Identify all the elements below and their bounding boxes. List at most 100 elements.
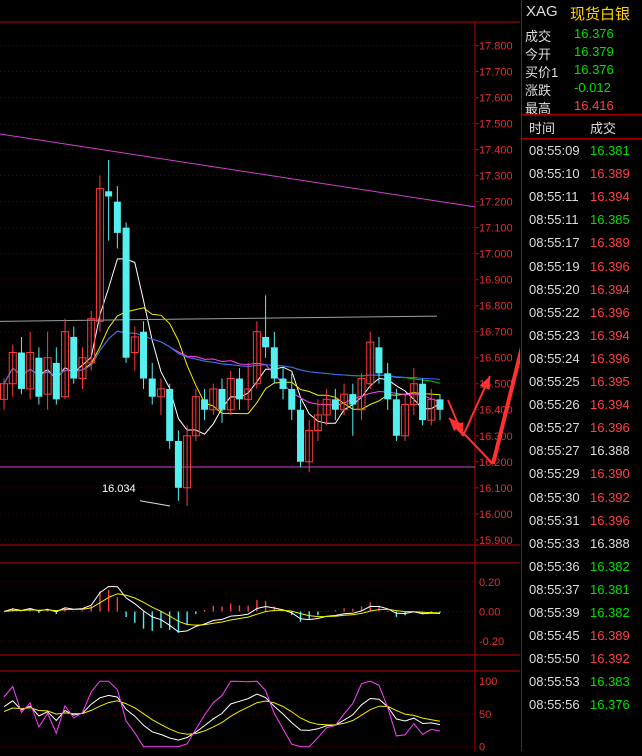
chart-area[interactable]: 17.800 17.700 17.600 17.500 17.400 17.300 17.2… bbox=[0, 0, 596, 754]
tick-row[interactable]: 08:55:09 16.381 bbox=[522, 143, 642, 166]
low-marker bbox=[139, 500, 171, 507]
tick-row[interactable]: 08:55:10 16.389 bbox=[522, 166, 642, 189]
tick-price: 16.396 bbox=[590, 512, 630, 528]
tick-time: 08:55:56 bbox=[529, 697, 580, 713]
tick-time: 08:55:24 bbox=[529, 350, 580, 366]
tick-row[interactable]: 08:55:24 16.396 bbox=[522, 351, 642, 374]
price-tick-label: 16.700 bbox=[479, 327, 513, 339]
tick-row[interactable]: 08:55:53 16.383 bbox=[522, 674, 642, 697]
price-tick-label: 17.700 bbox=[479, 67, 513, 79]
tick-row[interactable]: 08:55:26 16.394 bbox=[522, 397, 642, 420]
tick-price: 16.382 bbox=[590, 605, 630, 620]
tick-price: 16.389 bbox=[590, 628, 630, 644]
tick-time: 08:55:17 bbox=[529, 235, 580, 251]
tick-time: 08:55:50 bbox=[529, 651, 580, 667]
quote-row: 成交 16.376 bbox=[522, 26, 642, 44]
tick-row[interactable]: 08:55:27 16.396 bbox=[522, 420, 642, 443]
candle-body bbox=[392, 399, 400, 436]
price-tick-label: 17.500 bbox=[479, 119, 513, 131]
tick-price: 16.396 bbox=[590, 258, 630, 274]
price-tick-label: 17.600 bbox=[479, 93, 513, 105]
tick-row[interactable]: 08:55:37 16.381 bbox=[522, 582, 642, 605]
price-tick-label: 17.100 bbox=[479, 223, 513, 235]
tick-row[interactable]: 08:55:23 16.394 bbox=[522, 328, 642, 351]
tick-time: 08:55:53 bbox=[529, 674, 580, 690]
tick-price: 16.394 bbox=[590, 189, 630, 205]
low-price-label: 16.034 bbox=[102, 483, 136, 495]
tick-row[interactable]: 08:55:25 16.395 bbox=[522, 374, 642, 397]
tick-time: 08:55:37 bbox=[529, 581, 580, 597]
tick-row[interactable]: 08:55:31 16.396 bbox=[522, 513, 642, 536]
candle-body bbox=[105, 191, 113, 197]
candle-body bbox=[349, 394, 357, 405]
candle-body bbox=[436, 399, 444, 410]
candle-body bbox=[17, 352, 25, 389]
tick-time: 08:55:36 bbox=[529, 558, 580, 574]
tick-row[interactable]: 08:55:11 16.385 bbox=[522, 212, 642, 235]
tick-time: 08:55:11 bbox=[529, 212, 579, 228]
tick-time: 08:55:11 bbox=[529, 189, 579, 205]
candle-body bbox=[296, 409, 304, 462]
quote-value: 16.376 bbox=[574, 26, 614, 41]
tick-price: 16.385 bbox=[590, 212, 630, 228]
quote-label: 买价1 bbox=[525, 65, 559, 80]
tick-time: 08:55:27 bbox=[529, 443, 580, 459]
kdj-k-line bbox=[3, 693, 441, 741]
candlestick-chart[interactable]: 17.800 17.700 17.600 17.500 17.400 17.300 17.2… bbox=[0, 0, 596, 754]
ma-long-line bbox=[0, 315, 438, 322]
tick-row[interactable]: 08:55:36 16.382 bbox=[522, 559, 642, 582]
tick-row[interactable]: 08:55:17 16.389 bbox=[522, 235, 642, 258]
candle-body bbox=[166, 388, 174, 441]
tick-price: 16.394 bbox=[590, 397, 630, 413]
tick-price: 16.394 bbox=[590, 281, 630, 297]
quote-label: 涨跌 bbox=[525, 83, 552, 98]
tick-row[interactable]: 08:55:50 16.392 bbox=[522, 651, 642, 674]
tick-time: 08:55:19 bbox=[529, 258, 580, 274]
tick-row[interactable]: 08:55:30 16.392 bbox=[522, 490, 642, 513]
macd-tick-label: 0.00 bbox=[479, 606, 500, 618]
symbol-name: 现货白银 bbox=[570, 6, 631, 23]
tick-price: 16.388 bbox=[590, 535, 630, 551]
tick-price: 16.382 bbox=[590, 558, 630, 574]
candle-body bbox=[331, 399, 339, 410]
ma60-line bbox=[3, 330, 441, 384]
candle-body bbox=[35, 357, 43, 397]
tick-price: 16.394 bbox=[590, 327, 630, 343]
tick-time: 08:55:09 bbox=[529, 143, 580, 158]
candle-body bbox=[288, 388, 296, 410]
tick-row[interactable]: 08:55:33 16.388 bbox=[522, 536, 642, 559]
tick-row[interactable]: 08:55:27 16.388 bbox=[522, 443, 642, 466]
tick-row[interactable]: 08:55:56 16.376 bbox=[522, 697, 642, 720]
tick-price: 16.383 bbox=[590, 674, 630, 690]
tick-row[interactable]: 08:55:29 16.390 bbox=[522, 466, 642, 489]
tick-row[interactable]: 08:55:20 16.394 bbox=[522, 282, 642, 305]
price-tick-label: 16.900 bbox=[479, 275, 513, 287]
candle-body bbox=[270, 347, 278, 379]
candle-body bbox=[201, 399, 209, 410]
quote-value: 16.416 bbox=[574, 98, 614, 113]
tick-price: 16.396 bbox=[590, 304, 630, 320]
tick-row[interactable]: 08:55:39 16.382 bbox=[522, 605, 642, 628]
price-tick-label: 16.600 bbox=[479, 353, 513, 365]
tick-time: 08:55:10 bbox=[529, 166, 580, 182]
tick-price: 16.396 bbox=[590, 420, 630, 436]
ma40-line bbox=[3, 330, 441, 384]
tick-row[interactable]: 08:55:22 16.396 bbox=[522, 305, 642, 328]
quote-row: 买价1 16.376 bbox=[522, 62, 642, 80]
kdj-tick-label: 50 bbox=[479, 709, 491, 721]
tick-row[interactable]: 08:55:45 16.389 bbox=[522, 628, 642, 651]
candle-body bbox=[419, 383, 427, 421]
tick-price: 16.381 bbox=[590, 581, 630, 597]
candle-body bbox=[235, 378, 243, 400]
divider bbox=[522, 138, 642, 139]
tick-time: 08:55:33 bbox=[529, 535, 580, 551]
tick-time: 08:55:23 bbox=[529, 327, 580, 343]
price-tick-label: 16.800 bbox=[479, 301, 513, 313]
quote-row: 涨跌 -0.012 bbox=[522, 80, 642, 98]
price-tick-label: 17.400 bbox=[479, 145, 513, 157]
quote-value: 16.379 bbox=[574, 44, 614, 59]
tick-row[interactable]: 08:55:19 16.396 bbox=[522, 259, 642, 282]
tick-row[interactable]: 08:55:11 16.394 bbox=[522, 189, 642, 212]
candle-body bbox=[148, 378, 156, 397]
candle-body bbox=[52, 362, 60, 400]
